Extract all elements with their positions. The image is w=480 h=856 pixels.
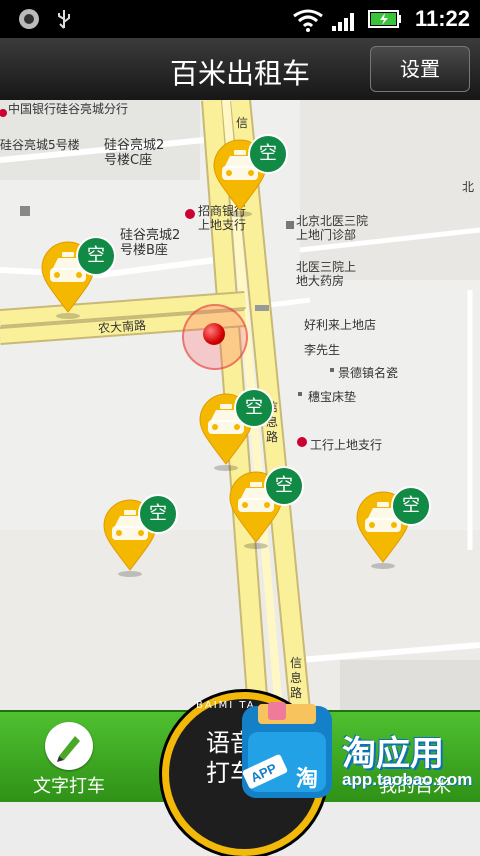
- taobao-app-badge-icon: APP 淘: [240, 702, 334, 800]
- text-order-label: 文字打车: [33, 776, 105, 797]
- poi-holiland-label: 好利来上地店: [304, 318, 377, 332]
- taobao-url: app.taobao.com: [342, 770, 473, 789]
- taxi-vacant-badge: 空: [234, 388, 274, 428]
- taxi-marker[interactable]: 空: [40, 236, 116, 330]
- usb-icon: [58, 10, 70, 29]
- title-bar: 百米出租车 设置: [0, 38, 480, 102]
- status-time: 11:22: [414, 6, 470, 31]
- road-label-xinxi-3: 信: [236, 116, 249, 130]
- poi-bldg2b-label: 硅谷亮城2 号楼B座: [120, 228, 181, 258]
- status-bar: 11:22: [0, 0, 480, 38]
- svg-text:淘: 淘: [296, 766, 318, 792]
- pencil-icon: [45, 722, 93, 770]
- settings-button[interactable]: 设置: [370, 46, 470, 92]
- signal-icon: [332, 13, 354, 31]
- usb-debug-icon: [19, 9, 39, 29]
- map-view[interactable]: 中国银行硅谷亮城分行 硅谷亮城5号楼 硅谷亮城2 号楼C座 硅谷亮城2 号楼B座 招…: [0, 100, 480, 710]
- text-order-tab[interactable]: 文字打车: [10, 712, 130, 802]
- poi-hospital-label: 北京北医三院 上地门诊部: [296, 214, 369, 242]
- poi-north-label: 北: [462, 180, 475, 194]
- taxi-vacant-badge: 空: [391, 486, 431, 526]
- road-label-xinxi-2: 信息路: [290, 656, 303, 700]
- poi-icbc-label: 工行上地支行: [310, 438, 383, 452]
- poi-mattress-label: 穗宝床垫: [308, 390, 357, 404]
- taxi-vacant-badge: 空: [138, 494, 178, 534]
- taxi-vacant-badge: 空: [76, 236, 116, 276]
- taxi-marker[interactable]: 空: [355, 486, 431, 580]
- poi-jdz-label: 景德镇名瓷: [338, 366, 399, 380]
- battery-icon: [368, 10, 401, 28]
- poi-pharmacy-label: 北医三院上 地大药房: [296, 260, 357, 288]
- taobao-watermark: 淘应用 app.taobao.com: [338, 722, 480, 800]
- taxi-marker[interactable]: 空: [198, 388, 274, 482]
- taxi-vacant-badge: 空: [248, 134, 288, 174]
- wifi-icon: [293, 9, 323, 32]
- poi-boc-label: 中国银行硅谷亮城分行: [8, 102, 129, 116]
- poi-bldg2c-label: 硅谷亮城2 号楼C座: [104, 138, 165, 168]
- my-location-marker[interactable]: [203, 323, 225, 345]
- taxi-vacant-badge: 空: [264, 466, 304, 506]
- taxi-marker[interactable]: 空: [102, 494, 178, 588]
- taxi-marker[interactable]: 空: [228, 466, 304, 560]
- poi-bldg5-label: 硅谷亮城5号楼: [0, 138, 80, 152]
- poi-mrli-label: 李先生: [304, 343, 341, 357]
- taobao-brand: 淘应用: [342, 734, 444, 774]
- taxi-marker[interactable]: 空: [212, 134, 288, 228]
